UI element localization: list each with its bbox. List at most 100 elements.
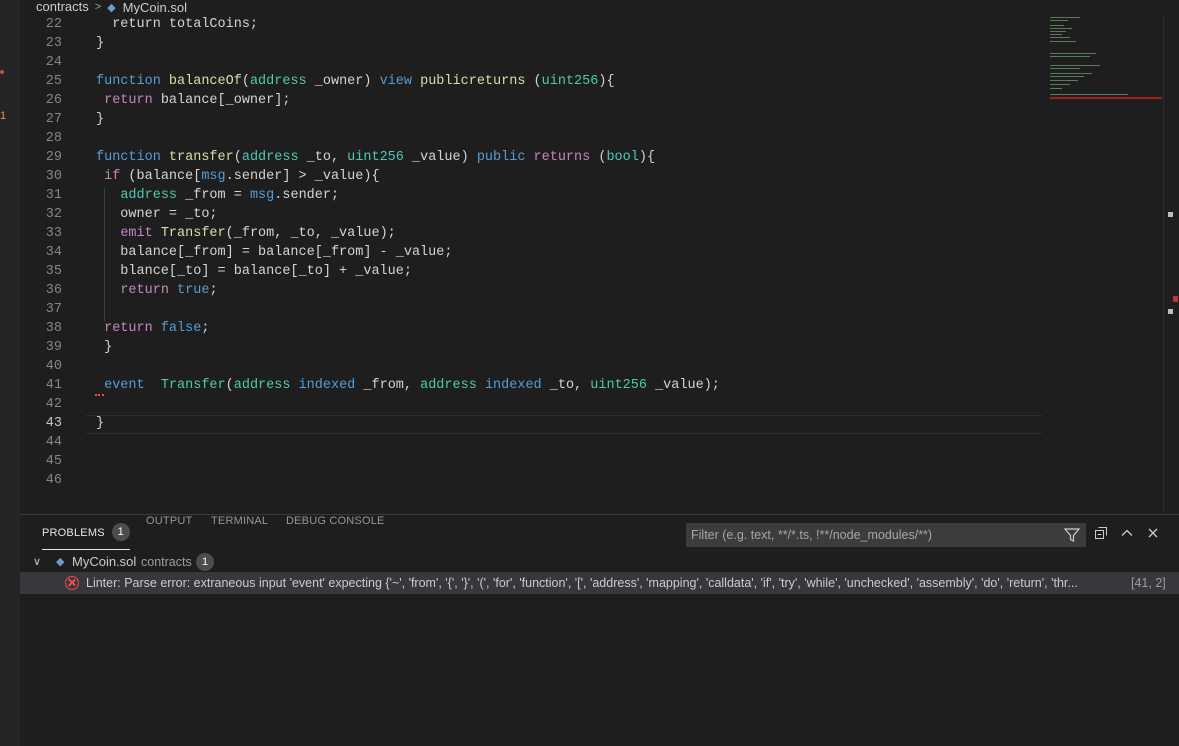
code-line[interactable]: 23} (20, 34, 1163, 53)
code-token: ( (590, 150, 607, 165)
code-token: balance[_owner]; (152, 93, 291, 108)
code-line[interactable]: 39 } (20, 338, 1163, 357)
code-line[interactable]: 35 blance[_to] = balance[_to] + _value; (20, 262, 1163, 281)
problem-file-group[interactable]: ∨ ◆ MyCoin.sol contracts 1 (20, 551, 1179, 573)
code-token: address (241, 150, 299, 165)
code-text: } (96, 34, 104, 53)
activity-error-count: 1 (0, 110, 7, 122)
code-token: address (233, 378, 291, 393)
code-text: } (96, 414, 104, 433)
editor-scrollbar[interactable] (1163, 14, 1179, 514)
code-line[interactable]: 26 return balance[_owner]; (20, 91, 1163, 110)
chevron-down-icon[interactable]: ∨ (33, 551, 41, 573)
code-line[interactable]: 36 return true; (20, 281, 1163, 300)
solidity-file-icon: ◆ (107, 1, 116, 14)
code-line[interactable]: 40 (20, 357, 1163, 376)
code-line[interactable]: 46 (20, 471, 1163, 490)
code-line[interactable]: 45 (20, 452, 1163, 471)
code-line[interactable]: 42 (20, 395, 1163, 414)
code-line[interactable]: 32 owner = _to; (20, 205, 1163, 224)
tab-problems-label: PROBLEMS (42, 527, 105, 539)
code-line[interactable]: 25 function balanceOf(address _owner) vie… (20, 72, 1163, 91)
code-token: address (249, 74, 307, 89)
line-number: 45 (45, 454, 62, 469)
code-line[interactable]: 44 (20, 433, 1163, 452)
code-token: (balance[ (120, 169, 202, 184)
code-token: return (104, 321, 153, 336)
code-line[interactable]: 43} (20, 414, 1163, 433)
code-line[interactable]: 24 (20, 53, 1163, 72)
code-line[interactable]: 30 if (balance[msg.sender] > _value){ (20, 167, 1163, 186)
bottom-panel: PROBLEMS 1 OUTPUT TERMINAL DEBUG CONSOLE … (20, 514, 1179, 746)
code-text: return false; (96, 319, 209, 338)
collapse-all-icon[interactable] (1093, 525, 1109, 541)
code-token: uint256 (541, 74, 599, 89)
code-token: .sender] > _value){ (225, 169, 380, 184)
code-token: blance[_to] = balance[_to] + _value; (96, 264, 412, 279)
problem-location: [41, 2] (1131, 576, 1166, 590)
line-number: 32 (45, 207, 62, 222)
problem-message: Linter: Parse error: extraneous input 'e… (86, 576, 1078, 590)
code-token: _owner) (306, 74, 380, 89)
code-token: Transfer (160, 378, 226, 393)
code-text: if (balance[msg.sender] > _value){ (96, 167, 380, 186)
maximize-panel-icon[interactable] (1119, 525, 1135, 541)
code-token: _to, (298, 150, 348, 165)
line-number: 33 (45, 226, 62, 241)
code-line[interactable]: 29 function transfer(address _to, uint256… (20, 148, 1163, 167)
filter-placeholder: Filter (e.g. text, **/*.ts, !**/node_mod… (691, 528, 933, 542)
problem-item[interactable]: Linter: Parse error: extraneous input 'e… (20, 572, 1179, 594)
close-panel-icon[interactable] (1145, 525, 1161, 541)
code-token: public (476, 150, 526, 165)
tab-problems[interactable]: PROBLEMS 1 (42, 515, 130, 550)
code-text: blance[_to] = balance[_to] + _value; (96, 262, 412, 281)
code-text: } (96, 338, 112, 357)
line-number: 27 (45, 112, 62, 127)
line-number: 44 (45, 435, 62, 450)
code-token: return (104, 93, 153, 108)
code-token: publicreturns (420, 74, 526, 89)
code-line[interactable]: 28 (20, 129, 1163, 148)
activity-indicator-dot (0, 70, 4, 74)
code-line[interactable]: 31 address _from = msg.sender; (20, 186, 1163, 205)
line-number: 25 (45, 74, 62, 89)
code-token: true (177, 283, 210, 298)
code-line[interactable]: 22 return totalCoins; (20, 15, 1163, 34)
breadcrumb-folder[interactable]: contracts (20, 0, 89, 14)
code-text: function transfer(address _to, uint256 _… (96, 148, 655, 167)
code-token: indexed (484, 378, 542, 393)
line-number: 39 (45, 340, 62, 355)
minimap-error-marker (1050, 97, 1162, 99)
code-token: } (96, 340, 113, 355)
code-token: Transfer (160, 226, 226, 241)
code-token: ( (241, 74, 250, 89)
minimap[interactable] (1050, 14, 1162, 114)
panel-tabs: PROBLEMS 1 OUTPUT TERMINAL DEBUG CONSOLE (20, 515, 680, 552)
code-line[interactable]: 37 (20, 300, 1163, 319)
code-token: balanceOf (168, 74, 242, 89)
code-editor[interactable]: 22 return totalCoins; 23} 24 25 function bal… (20, 14, 1163, 514)
code-line[interactable]: 33 emit Transfer(_from, _to, _value); (20, 224, 1163, 243)
tab-output[interactable]: OUTPUT (146, 515, 192, 552)
breadcrumb-file[interactable]: MyCoin.sol (123, 0, 187, 15)
line-number: 40 (45, 359, 62, 374)
code-line[interactable]: 27} (20, 110, 1163, 129)
code-token: address (120, 188, 178, 203)
tab-debug-console[interactable]: DEBUG CONSOLE (286, 515, 385, 552)
problems-filter-input[interactable]: Filter (e.g. text, **/*.ts, !**/node_mod… (686, 523, 1086, 547)
line-number: 38 (45, 321, 62, 336)
code-line[interactable]: 41 event Transfer(address indexed _from,… (20, 376, 1163, 395)
scroll-error-marker (1173, 296, 1178, 302)
line-number: 41 (45, 378, 62, 393)
code-token: ( (525, 74, 542, 89)
code-line[interactable]: 38 return false; (20, 319, 1163, 338)
code-line[interactable]: 34 balance[_from] = balance[_from] - _va… (20, 243, 1163, 262)
code-text: function balanceOf(address _owner) view … (96, 72, 615, 91)
scroll-marker (1168, 309, 1173, 314)
filter-icon[interactable] (1063, 526, 1081, 544)
code-token: bool (606, 150, 639, 165)
tab-terminal[interactable]: TERMINAL (211, 515, 268, 552)
